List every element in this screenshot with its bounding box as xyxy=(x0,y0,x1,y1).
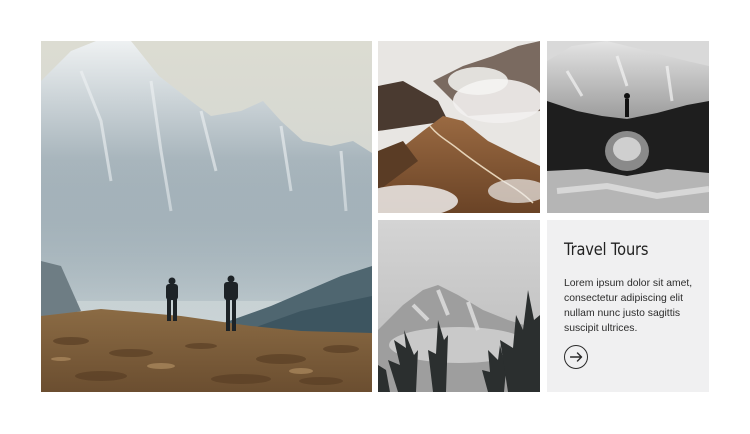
card-description: Lorem ipsum dolor sit amet, consectetur … xyxy=(564,278,693,334)
lake-reflection-photo xyxy=(547,41,709,213)
mountain-road-photo xyxy=(378,41,540,213)
arrow-right-icon xyxy=(569,352,582,362)
mountain-hikers-photo xyxy=(41,41,372,392)
snowy-forest-photo xyxy=(378,220,540,392)
card-title: Travel Tours xyxy=(564,240,649,260)
travel-tours-card: Travel Tours Lorem ipsum dolor sit amet,… xyxy=(547,220,709,392)
arrow-right-button[interactable] xyxy=(564,345,588,369)
gallery-section: Travel Tours Lorem ipsum dolor sit amet,… xyxy=(0,0,750,434)
